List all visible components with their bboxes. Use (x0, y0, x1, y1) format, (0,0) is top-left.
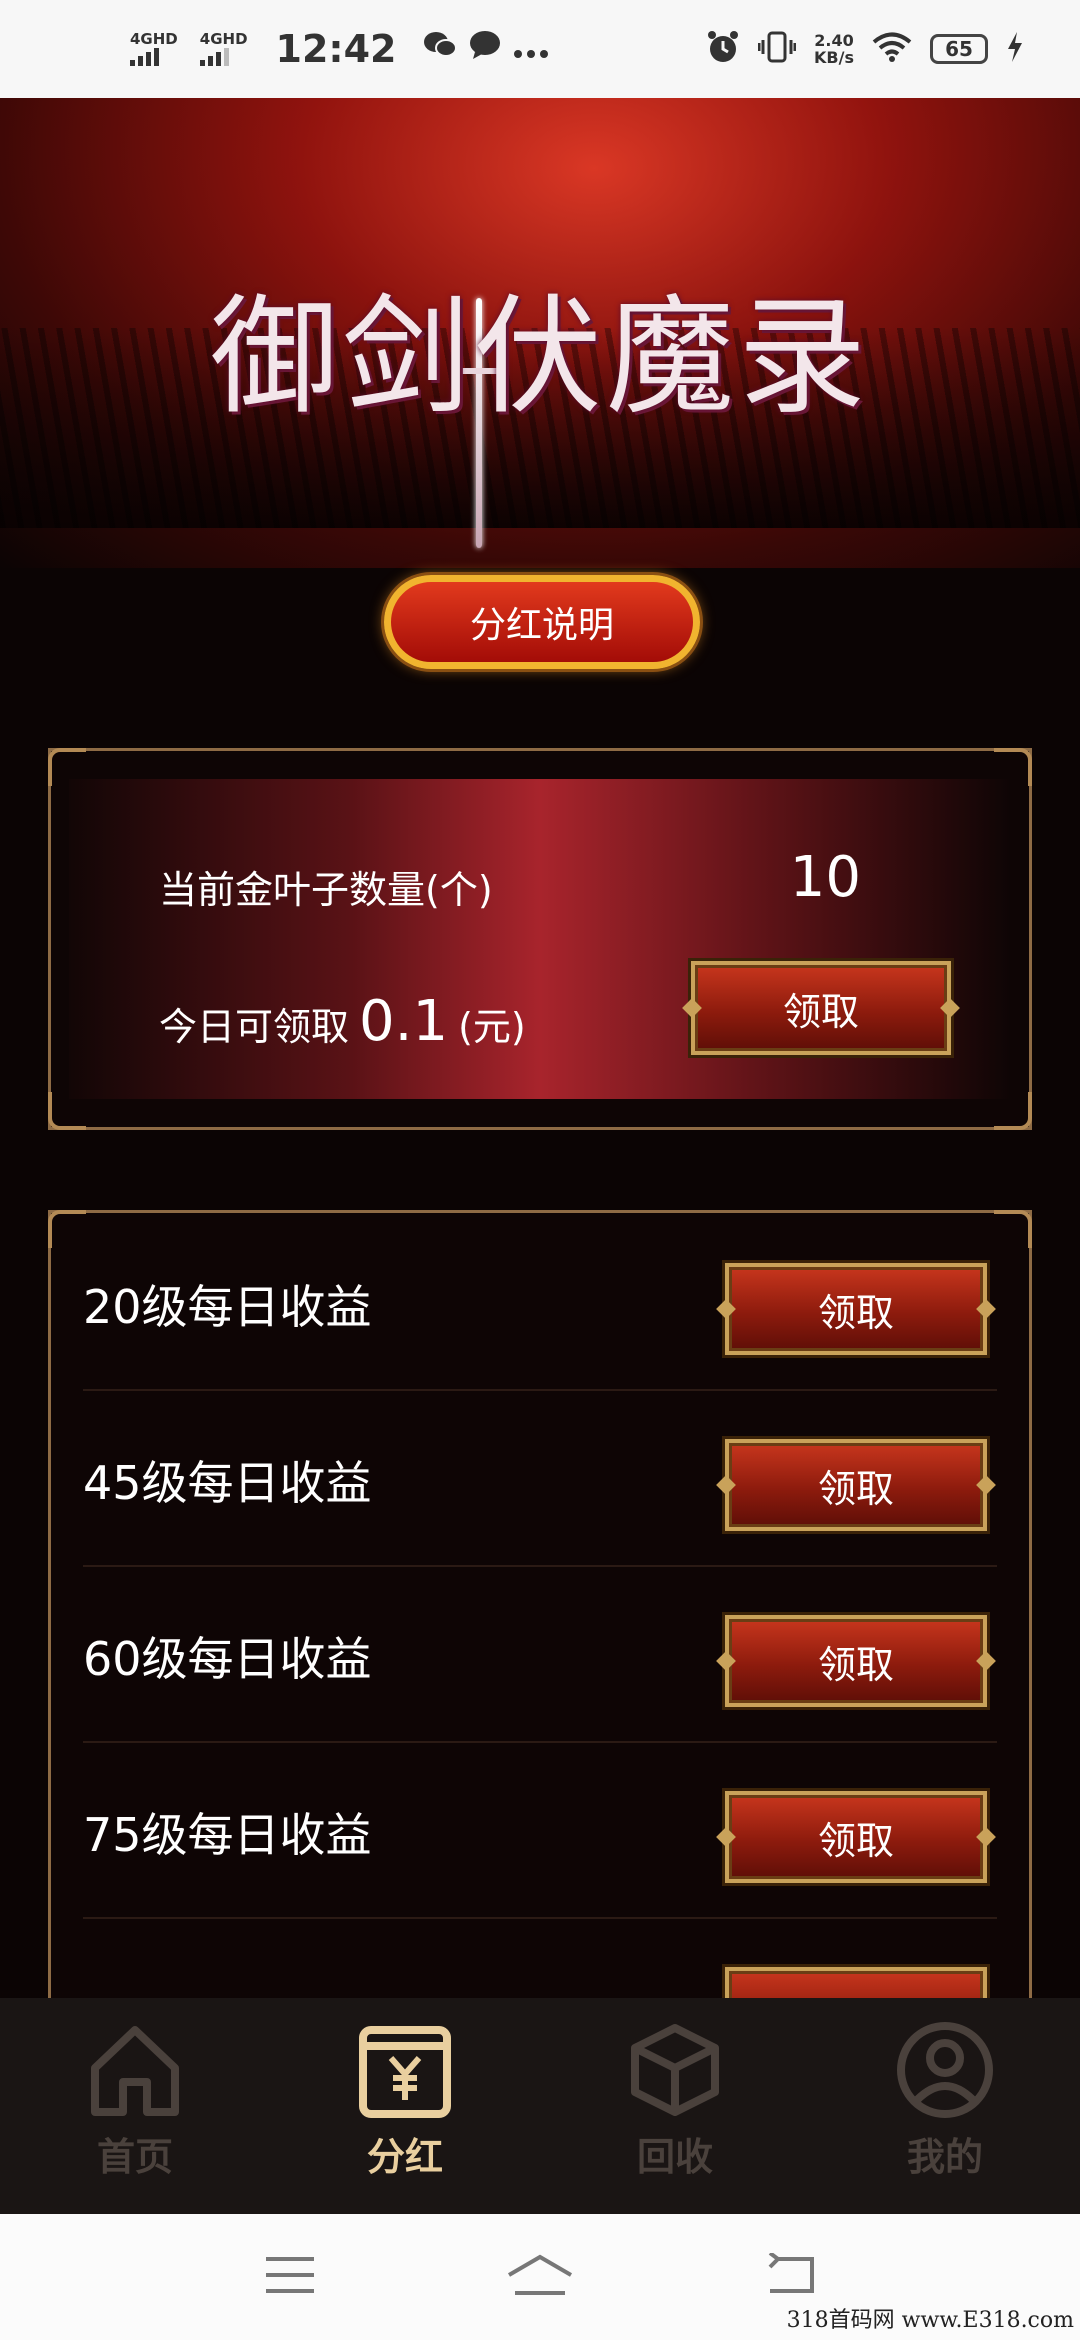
dividend-explain-button[interactable]: 分红说明 (384, 575, 700, 669)
reward-label: 60级每日收益 (83, 1632, 372, 1686)
claim-level-75-button[interactable]: 领取 (725, 1791, 987, 1883)
claim-level-45-button[interactable]: 领取 (725, 1439, 987, 1531)
nav-dividend-label: 分红 (366, 2135, 443, 2179)
vibrate-icon (757, 30, 797, 68)
nav-recycle-label: 回收 (636, 2135, 713, 2179)
rewards-panel: 20级每日收益 领取 45级每日收益 领取 60级每日收益 领取 75级每日收益… (48, 1210, 1032, 2059)
status-bar: 4GHD 4GHD 12:42 2.40 KB/s 65 (0, 0, 1080, 98)
game-title: 御剑伏魔录 (209, 283, 870, 432)
home-icon (85, 2020, 185, 2120)
nav-home[interactable]: 首页 (0, 1998, 270, 2214)
signal-2: 4GHD (199, 32, 248, 66)
summary-card: 当前金叶子数量(个) 10 今日可领取 0.1 (元) 领取 (69, 779, 1011, 1099)
nav-mine-label: 我的 (906, 2135, 983, 2179)
alarm-icon (706, 30, 740, 68)
watermark: 318首码网 www.E318.com (786, 2308, 1074, 2333)
home-nav-icon[interactable] (505, 2253, 575, 2301)
reward-row-60: 60级每日收益 领取 (83, 1565, 997, 1743)
clock: 12:42 (275, 27, 397, 71)
signal-1: 4GHD (130, 32, 178, 66)
nav-dividend[interactable]: 分红 (270, 1998, 540, 2214)
battery-indicator: 65 (930, 34, 988, 64)
nav-recycle[interactable]: 回收 (540, 1998, 810, 2214)
bottom-nav: 首页 分红 回收 我的 (0, 1998, 1080, 2214)
reward-label: 45级每日收益 (83, 1456, 372, 1510)
today-amount: 0.1 (359, 989, 449, 1054)
yen-card-icon (355, 2020, 455, 2120)
reward-row-75: 75级每日收益 领取 (83, 1741, 997, 1919)
message-icon (469, 30, 501, 68)
claim-today-button[interactable]: 领取 (691, 961, 951, 1055)
menu-icon[interactable] (264, 2255, 316, 2299)
reward-label: 20级每日收益 (83, 1280, 372, 1334)
leaf-count-label: 当前金叶子数量(个) (159, 868, 493, 912)
today-unit: (元) (458, 1005, 526, 1049)
hero-banner: 御剑伏魔录 (0, 98, 1080, 568)
wechat-icon (423, 30, 457, 68)
wifi-icon (872, 31, 912, 67)
today-claimable: 今日可领取 0.1 (元) (159, 989, 526, 1054)
charging-icon (1006, 31, 1024, 67)
claim-level-60-button[interactable]: 领取 (725, 1615, 987, 1707)
more-dots-icon (513, 32, 549, 67)
user-icon (895, 2020, 995, 2120)
claim-level-20-button[interactable]: 领取 (725, 1263, 987, 1355)
summary-panel: 当前金叶子数量(个) 10 今日可领取 0.1 (元) 领取 (48, 748, 1032, 1130)
nav-mine[interactable]: 我的 (810, 1998, 1080, 2214)
back-icon[interactable] (764, 2251, 816, 2301)
nav-home-label: 首页 (96, 2135, 173, 2179)
reward-row-20: 20级每日收益 领取 (83, 1213, 997, 1391)
today-label: 今日可领取 (159, 1005, 350, 1049)
box-icon (625, 2020, 725, 2120)
reward-label: 75级每日收益 (83, 1808, 372, 1862)
leaf-count-value: 10 (789, 845, 861, 910)
reward-row-45: 45级每日收益 领取 (83, 1389, 997, 1567)
network-speed: 2.40 KB/s (814, 31, 854, 67)
